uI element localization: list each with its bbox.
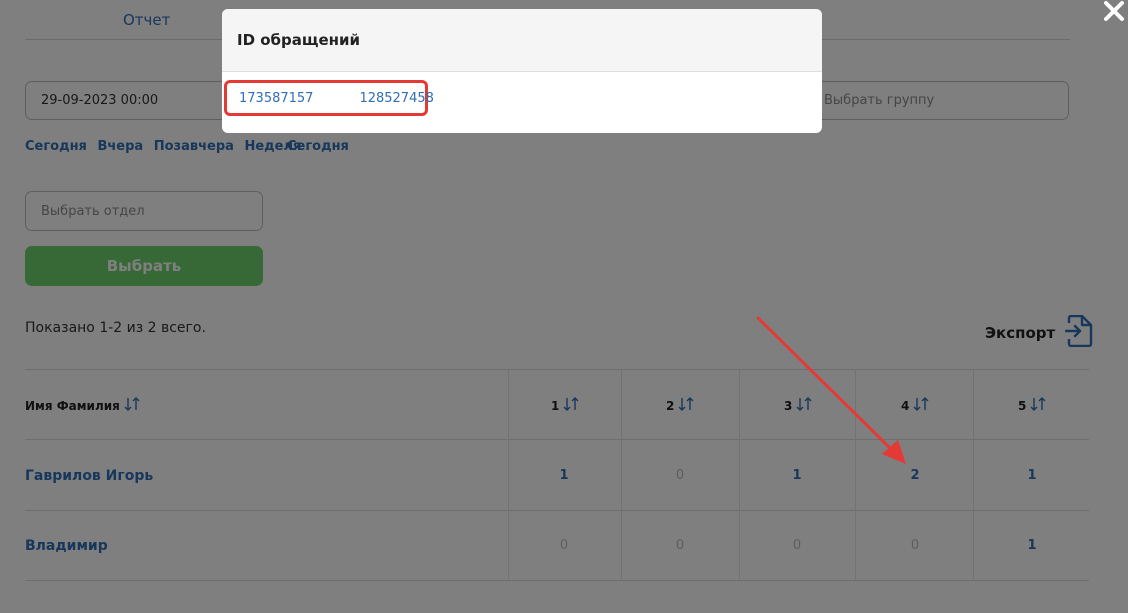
modal-body: 173587157 128527458 — [222, 72, 822, 132]
ticket-ids-modal: ID обращений 173587157 128527458 — [222, 9, 822, 133]
ticket-ids-highlight: 173587157 128527458 — [224, 80, 434, 116]
close-icon[interactable] — [1103, 0, 1125, 22]
modal-header: ID обращений — [222, 9, 822, 72]
ticket-id-link[interactable]: 128527458 — [359, 91, 433, 106]
modal-title: ID обращений — [237, 31, 361, 49]
ticket-id-link[interactable]: 173587157 — [239, 91, 313, 106]
